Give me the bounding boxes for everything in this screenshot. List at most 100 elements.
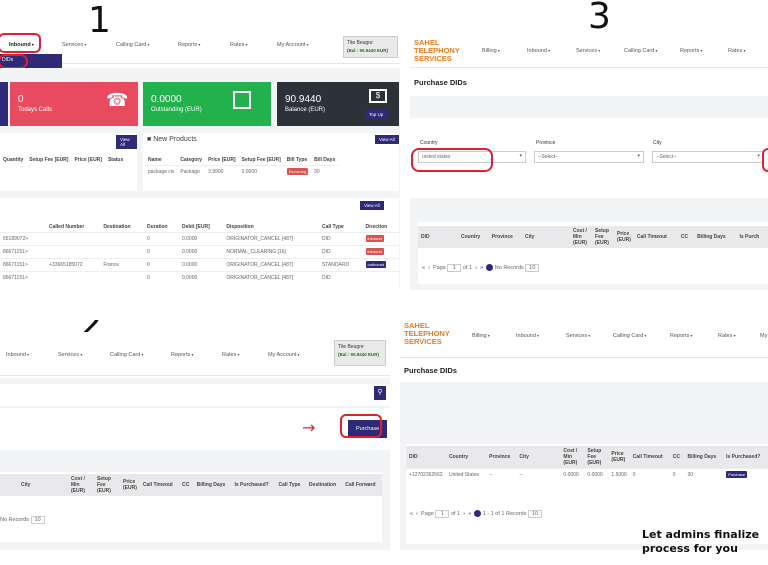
- last-page-icon[interactable]: »: [480, 265, 483, 271]
- nav-inbound[interactable]: Inbound: [527, 48, 550, 54]
- first-page-icon[interactable]: «: [422, 265, 425, 271]
- refresh-icon[interactable]: [474, 510, 482, 518]
- table-row: 86671151> 0 0.0000 NORMAL_CLEARING [16] DI…: [0, 245, 399, 259]
- filter-box: Country united states Province --Select-…: [410, 118, 768, 198]
- page-title: Purchase DIDs: [404, 366, 457, 375]
- col-setup-fee: Setup Fee [EUR]: [241, 157, 281, 163]
- col-bill-days: Bill Days: [314, 157, 336, 163]
- col-price: Price (EUR): [614, 226, 634, 248]
- outstanding-label: Outstanding (EUR): [151, 107, 202, 113]
- per-page-select[interactable]: 10: [30, 516, 45, 524]
- country-label: Country: [420, 140, 438, 146]
- pagination: « ‹ Page 1 of 1 › » 1 - 1 of 1 Records 1…: [410, 510, 543, 518]
- province-select[interactable]: --Select--: [534, 151, 644, 163]
- user-menu[interactable]: Tite Beugre (Bal : 90.9440 EUR): [334, 340, 386, 366]
- user-menu[interactable]: Tite Beugre (Bal : 90.9440 EUR): [343, 36, 398, 58]
- outstanding-value: 0.0000: [151, 94, 182, 105]
- col-billing-days: Billing Days: [694, 226, 737, 248]
- nav-calling-card[interactable]: Calling Card: [624, 48, 657, 54]
- col-cost-min: Cost / Min (EUR): [570, 226, 593, 248]
- nav-inbound[interactable]: Inbound: [6, 352, 29, 358]
- top-navbar: SAHELTELEPHONYSERVICES Billing Inbound S…: [410, 34, 768, 68]
- last-page-icon[interactable]: »: [468, 511, 471, 517]
- user-name: Tite Beugre: [347, 40, 373, 46]
- col-duration: Duration: [147, 224, 168, 230]
- new-products-table: Name Category Price [EUR] Setup Fee [EUR…: [145, 155, 339, 178]
- top-up-button[interactable]: Top Up: [365, 110, 388, 119]
- outstanding-card: 0.0000 Outstanding (EUR): [143, 82, 271, 126]
- nav-my-account[interactable]: My: [760, 333, 768, 339]
- nav-calling-card[interactable]: Calling Card: [110, 352, 143, 358]
- col-category: Category: [180, 157, 203, 163]
- col-disposition: Disposition: [226, 224, 254, 230]
- step-number-1: 1: [88, 0, 111, 41]
- col-quantity: Quantity: [3, 157, 24, 163]
- col-price: Price [EUR]: [208, 157, 236, 163]
- nav-services[interactable]: Services: [566, 333, 590, 339]
- nav-rates[interactable]: Rates: [222, 352, 240, 358]
- annotation-circle: [340, 414, 382, 438]
- table-row: +12702362562 United States -- -- 0.0000 …: [406, 468, 768, 481]
- col-country: Country: [458, 226, 489, 248]
- did-result-panel: 4 SAHELTELEPHONYSERVICES Billing Inbound…: [400, 318, 768, 550]
- prev-page-icon[interactable]: ‹: [428, 265, 430, 271]
- nav-rates[interactable]: Rates: [728, 48, 746, 54]
- page-input[interactable]: 1: [447, 264, 462, 272]
- nav-my-account[interactable]: My Account: [277, 42, 309, 48]
- phone-icon: ☎: [106, 90, 129, 110]
- nav-services[interactable]: Services: [576, 48, 600, 54]
- nav-inbound[interactable]: Inbound: [516, 333, 539, 339]
- prev-page-icon[interactable]: ‹: [416, 511, 418, 517]
- nav-billing[interactable]: Billing: [472, 333, 490, 339]
- did-table: DID Country Province City Cost / Min (EU…: [406, 446, 768, 481]
- purchase-row-button[interactable]: Purchase: [726, 471, 748, 478]
- nav-calling-card[interactable]: Calling Card: [613, 333, 646, 339]
- col-province: Province: [486, 446, 517, 469]
- per-page-select[interactable]: 10: [528, 510, 543, 518]
- products-summary: View All Quantity Setup Fee [EUR] Price …: [0, 133, 137, 191]
- nav-billing[interactable]: Billing: [482, 48, 500, 54]
- top-navbar: SAHELTELEPHONYSERVICES Billing Inbound S…: [400, 318, 768, 358]
- first-page-icon[interactable]: «: [410, 511, 413, 517]
- col-call-forward: Call Forward: [342, 474, 382, 496]
- col-city: City: [522, 226, 571, 248]
- did-table: DID Country Province City Cost / Min (EU…: [418, 226, 768, 248]
- did-results-box: DID Country Province City Cost / Min (EU…: [418, 222, 768, 284]
- recent-calls-box: View All Called Number Destination Durat…: [0, 198, 399, 290]
- col-debit: Debit [EUR]: [181, 224, 210, 230]
- view-all-button[interactable]: View All: [375, 135, 399, 144]
- view-all-button[interactable]: View All: [116, 135, 137, 149]
- col-direction: Direction: [365, 224, 388, 230]
- nav-services[interactable]: Services: [62, 42, 86, 48]
- purchase-dids-panel: SAHELTELEPHONYSERVICES Billing Inbound S…: [410, 0, 768, 290]
- recent-calls-table: Called Number Destination Duration Debit…: [0, 222, 399, 284]
- search-icon[interactable]: ⚲: [374, 386, 386, 400]
- nav-calling-card[interactable]: Calling Card: [116, 42, 149, 48]
- col-is-purchased: Is Purchased?: [231, 474, 276, 496]
- col-setup-fee: Setup Fee [EUR]: [29, 157, 69, 163]
- next-page-icon[interactable]: ›: [463, 511, 465, 517]
- refresh-icon[interactable]: [486, 264, 494, 272]
- nav-services[interactable]: Services: [58, 352, 82, 358]
- nav-reports[interactable]: Reports: [171, 352, 193, 358]
- pagination: « ‹ Page 1 of 1 › » No Records 10: [422, 264, 540, 272]
- page-input[interactable]: 1: [435, 510, 450, 518]
- city-select[interactable]: --Select--: [652, 151, 764, 163]
- view-all-button[interactable]: View All: [360, 201, 384, 210]
- table-row: 86671151> +33665185072 France 0 0.0000 ORIGI…: [0, 258, 399, 272]
- balance-label: Balance (EUR): [285, 107, 326, 113]
- col-price: Price (EUR): [608, 446, 630, 469]
- invoice-icon: [233, 91, 251, 109]
- todays-calls-label: Todays Calls: [18, 107, 53, 113]
- nav-rates[interactable]: Rates: [230, 42, 248, 48]
- nav-my-account[interactable]: My Account: [268, 352, 300, 358]
- next-page-icon[interactable]: ›: [475, 265, 477, 271]
- nav-rates[interactable]: Rates: [718, 333, 736, 339]
- col-cost-min: Cost / Min (EUR): [68, 474, 94, 496]
- nav-reports[interactable]: Reports: [680, 48, 702, 54]
- col-price: Price (EUR): [120, 474, 140, 496]
- nav-reports[interactable]: Reports: [670, 333, 692, 339]
- nav-reports[interactable]: Reports: [178, 42, 200, 48]
- col-call-type: Call Type: [321, 224, 344, 230]
- per-page-select[interactable]: 10: [525, 264, 540, 272]
